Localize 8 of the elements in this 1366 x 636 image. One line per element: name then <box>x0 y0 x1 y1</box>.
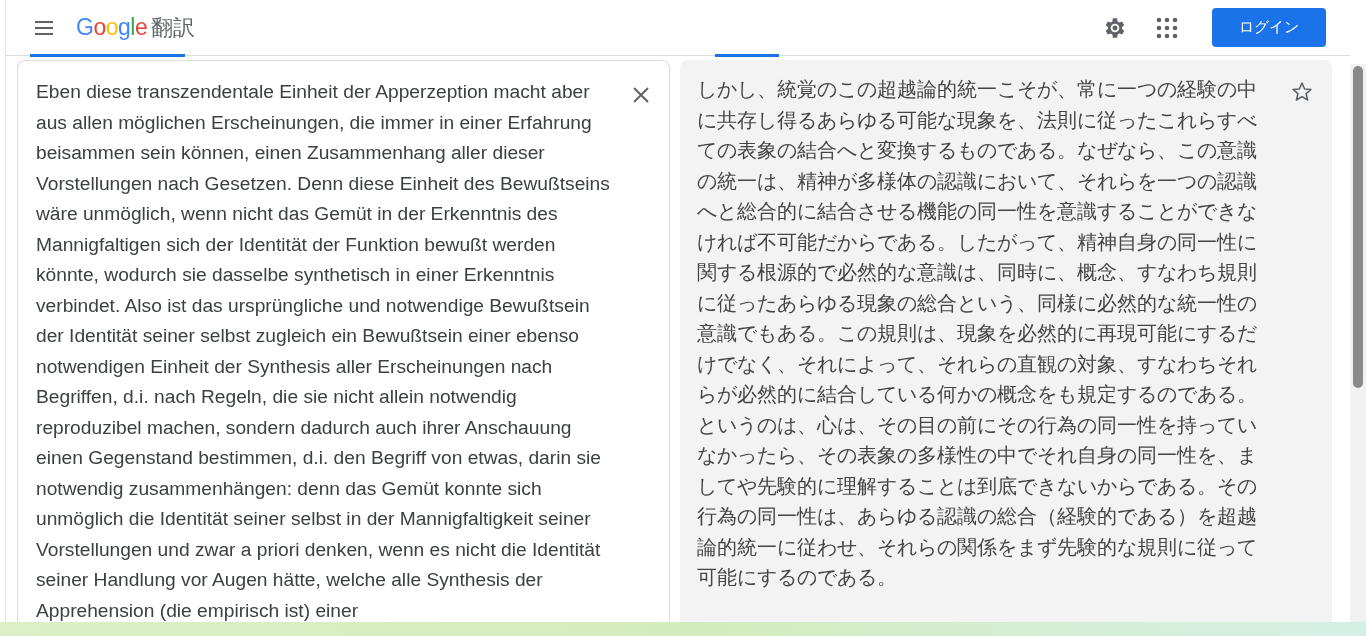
scrollbar[interactable] <box>1350 64 1366 622</box>
apps-icon[interactable] <box>1156 16 1178 39</box>
login-button[interactable]: ログイン <box>1212 8 1326 47</box>
source-text[interactable]: Eben diese transzendentale Einheit der Apperzeption macht aber aus allen möglichen Erscheinungen, die immer in einer Erfahrung beisammen sein können, einen Zusammenhang aller dieser Vorstellungen nach Gesetzen. Denn diese Einheit des Bewußtseins wäre unmöglich, wenn nicht das Gemüt in der Erkenntnis des Mannigfaltigen sich der Identität der Funktion bewußt werden könnte, wodurch sie dasselbe synthetisch in einer Erkenntnis verbindet. Also ist das ursprüngliche und notwendige Bewußtsein der Identität seiner selbst zugleich ein Bewußtsein einer ebenso notwendigen Einheit der Synthesis aller Erscheinungen nach Begriffen, d.i. nach Regeln, die sie nicht allein notwendig reproduzibel machen, sondern dadurch auch ihrer Anschauung einen Gegenstand bestimmen, d.i. den Begriff von etwas, darin sie notwendig zusammenhängen: denn das Gemüt konnte sich unmöglich die Identität seiner selbst in der Mannigfaltigkeit seiner Vorstellungen und zwar a priori denken, wenn es nicht die Identität seiner Handlung vor Augen hätte, welche alle Synthesis der Apprehension (die empirisch ist) einer <box>36 77 611 622</box>
product-name: 翻訳 <box>151 13 196 42</box>
google-logo[interactable]: Google <box>76 16 148 39</box>
translation-text: しかし、統覚のこの超越論的統一こそが、常に一つの経験の中に共存し得るあらゆる可能な現象を、法則に従ったこれらすべての表象の結合へと変換するものである。なぜなら、この意識の統一は、精神が多様体の認識において、それらを一つの認識へと総合的に結合させる機能の同一性を意識することができなければ不可能だからである。したがって、精神自身の同一性に関する根源的で必然的な意識は、同時に、概念、すなわち規則に従ったあらゆる現象の総合という、同様に必然的な統一性の意識でもある。この規則は、現象を必然的に再現可能にするだけでなく、それによって、それらの直観の対象、すなわちそれらが必然的に結合している何かの概念をも規定するのである。というのは、心は、その目の前にその行為の同一性を持っていなかったら、その表象の多様性の中でそれ自身の同一性を、ましてや先験的に理解することは到底できないからである。その行為の同一性は、あらゆる認識の総合（経験的である）を超越論的統一に従わせ、それらの関係をまず先験的な規則に従って可能にするのである。 <box>697 77 1258 590</box>
star-icon[interactable] <box>1290 80 1314 104</box>
